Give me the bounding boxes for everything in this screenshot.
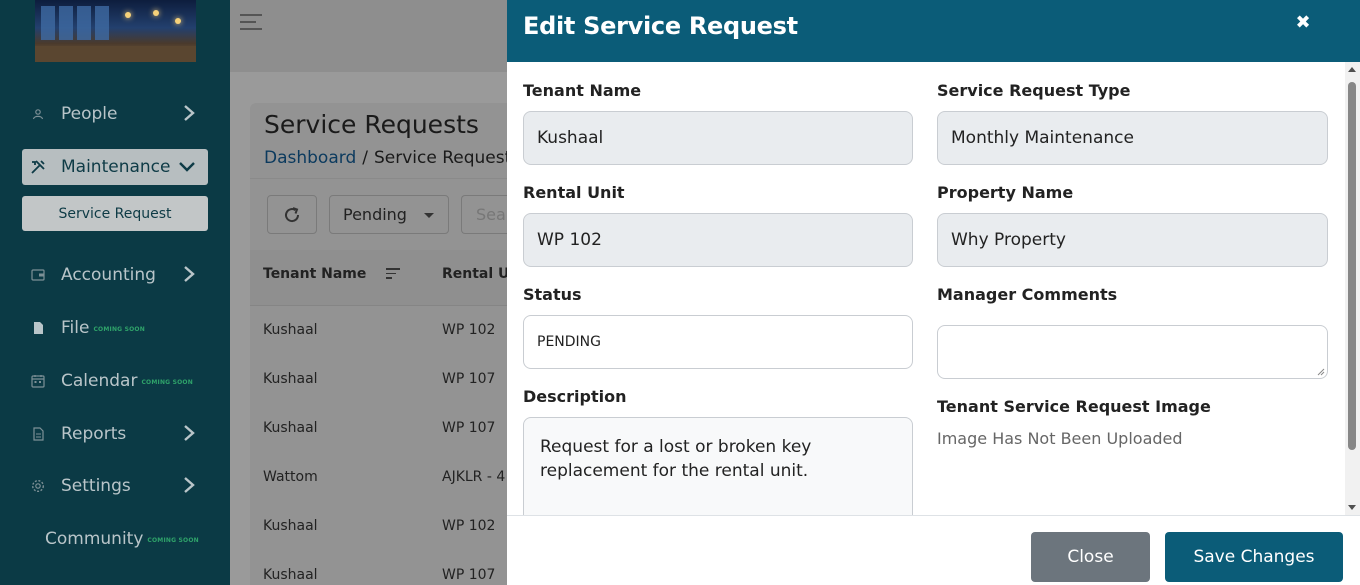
coming-soon-badge: COMING SOON — [93, 326, 145, 333]
sidebar-item-label: Maintenance — [61, 157, 171, 177]
sidebar-item-reports[interactable]: Reports — [22, 416, 208, 452]
tenant-image-label: Tenant Service Request Image — [937, 397, 1211, 416]
status-field[interactable]: PENDING — [523, 315, 913, 369]
rental-unit-label: Rental Unit — [523, 183, 625, 202]
scroll-down-icon[interactable] — [1348, 505, 1356, 510]
tools-icon — [30, 159, 46, 175]
resize-handle-icon[interactable] — [1317, 368, 1325, 376]
property-name-label: Property Name — [937, 183, 1074, 202]
report-icon — [30, 426, 46, 442]
cell-rental-unit: AJKLR - 4 — [442, 469, 506, 485]
column-header-tenant-name[interactable]: Tenant Name — [263, 266, 366, 282]
main-card — [250, 103, 507, 585]
chevron-down-icon — [179, 162, 195, 172]
person-icon — [30, 106, 46, 122]
breadcrumb-separator: / — [362, 148, 368, 168]
tenant-name-field[interactable]: Kushaal — [523, 111, 913, 165]
close-button[interactable]: Close — [1031, 532, 1150, 582]
sidebar-item-label: Reports — [61, 424, 127, 444]
cell-tenant-name: Wattom — [263, 469, 318, 485]
sidebar-item-label: Community — [45, 529, 144, 549]
status-filter-value: Pending — [343, 205, 407, 224]
sidebar-item-settings[interactable]: Settings — [22, 468, 208, 504]
service-request-type-label: Service Request Type — [937, 81, 1131, 100]
status-filter-select[interactable]: Pending — [329, 195, 449, 234]
breadcrumb-dashboard-link[interactable]: Dashboard — [264, 148, 356, 168]
scroll-up-icon[interactable] — [1348, 67, 1356, 72]
save-changes-button[interactable]: Save Changes — [1165, 532, 1343, 582]
description-field[interactable]: Request for a lost or broken key replace… — [523, 417, 913, 515]
page-title: Service Requests — [264, 110, 479, 139]
calendar-icon — [30, 373, 46, 389]
status-label: Status — [523, 285, 582, 304]
refresh-icon — [285, 206, 300, 222]
cell-rental-unit: WP 107 — [442, 567, 496, 583]
modal-title: Edit Service Request — [523, 12, 798, 40]
modal-scrollbar[interactable] — [1345, 62, 1360, 515]
sidebar-item-accounting[interactable]: Accounting — [22, 257, 208, 293]
search-placeholder: Search — [476, 205, 507, 224]
cell-rental-unit: WP 107 — [442, 420, 496, 436]
modal-body: Tenant Name Kushaal Service Request Type… — [507, 62, 1360, 515]
cell-rental-unit: WP 102 — [442, 518, 496, 534]
sidebar-item-people[interactable]: People — [22, 96, 208, 132]
manager-comments-label: Manager Comments — [937, 285, 1118, 304]
chevron-right-icon — [184, 105, 195, 121]
column-header-rental-unit[interactable]: Rental Unit — [442, 266, 507, 282]
gear-icon — [30, 478, 46, 494]
tenant-name-label: Tenant Name — [523, 81, 642, 100]
service-request-type-field[interactable]: Monthly Maintenance — [937, 111, 1328, 165]
coming-soon-badge: COMING SOON — [147, 537, 199, 544]
sidebar-item-label: Settings — [61, 476, 131, 496]
cell-tenant-name: Kushaal — [263, 567, 318, 583]
sidebar-item-label: Calendar — [61, 371, 138, 391]
close-icon[interactable]: ✖ — [1293, 11, 1313, 33]
property-name-field[interactable]: Why Property — [937, 213, 1328, 267]
image-status-text: Image Has Not Been Uploaded — [937, 429, 1183, 448]
cell-tenant-name: Kushaal — [263, 322, 318, 338]
sidebar-item-file[interactable]: File COMING SOON — [22, 310, 208, 346]
breadcrumb-current: Service Requests — [373, 148, 507, 168]
description-label: Description — [523, 387, 627, 406]
manager-comments-textarea[interactable] — [937, 325, 1328, 379]
search-input[interactable]: Search — [461, 195, 507, 234]
breadcrumb: Dashboard / Service Requests — [264, 148, 507, 168]
logo-image[interactable] — [35, 0, 196, 62]
file-icon — [30, 320, 46, 336]
sidebar-item-label: File — [61, 318, 90, 338]
caret-down-icon — [424, 213, 434, 218]
sidebar-item-community[interactable]: Community COMING SOON — [45, 527, 199, 551]
modal-footer: Close Save Changes — [507, 515, 1360, 585]
edit-service-request-modal: Edit Service Request ✖ Tenant Name Kusha… — [507, 0, 1360, 585]
rental-unit-field[interactable]: WP 102 — [523, 213, 913, 267]
wallet-icon — [30, 267, 46, 283]
cell-rental-unit: WP 102 — [442, 322, 496, 338]
cell-tenant-name: Kushaal — [263, 371, 318, 387]
menu-icon[interactable] — [240, 14, 262, 32]
chevron-right-icon — [184, 477, 195, 493]
chevron-right-icon — [184, 425, 195, 441]
refresh-button[interactable] — [267, 195, 317, 234]
sidebar-item-label: Accounting — [61, 265, 156, 285]
sidebar: People Maintenance Service Request Accou… — [0, 0, 230, 585]
sidebar-item-label: People — [61, 104, 118, 124]
sidebar-item-calendar[interactable]: Calendar COMING SOON — [22, 363, 208, 399]
modal-header: Edit Service Request ✖ — [507, 0, 1360, 62]
cell-tenant-name: Kushaal — [263, 420, 318, 436]
sort-icon[interactable] — [386, 268, 400, 280]
coming-soon-badge: COMING SOON — [141, 379, 193, 386]
scrollbar-thumb[interactable] — [1348, 82, 1356, 450]
divider — [250, 178, 507, 179]
chevron-right-icon — [184, 266, 195, 282]
cell-rental-unit: WP 107 — [442, 371, 496, 387]
sidebar-item-maintenance[interactable]: Maintenance — [22, 149, 208, 185]
sidebar-subitem-service-request[interactable]: Service Request — [22, 196, 208, 231]
cell-tenant-name: Kushaal — [263, 518, 318, 534]
